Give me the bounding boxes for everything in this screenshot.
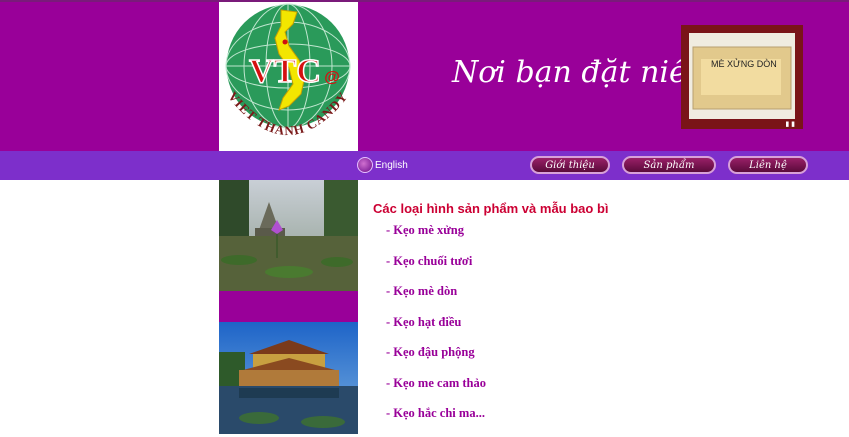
- citadel-photo: [219, 322, 358, 434]
- product-link-me-xung[interactable]: - Kẹo mè xửng: [386, 223, 486, 254]
- nav-button-about[interactable]: Giới thiệu: [530, 156, 610, 174]
- product-link-hac-chi-ma[interactable]: - Kẹo hắc chi ma...: [386, 406, 486, 437]
- logo-at-sign: @: [324, 69, 340, 86]
- language-switch[interactable]: English: [357, 157, 408, 173]
- logo-text: VTC: [249, 53, 321, 90]
- vtc-logo[interactable]: VTC @ VIET THANH CANDY: [219, 2, 358, 151]
- product-slideshow[interactable]: MÈ XỬNG DÒN ▮ ▮: [681, 25, 803, 129]
- navigation-bar: English Giới thiệu Sản phẩm Liên hệ: [0, 151, 849, 180]
- product-link-me-don[interactable]: - Kẹo mè dòn: [386, 284, 486, 315]
- product-link-dau-phong[interactable]: - Kẹo đậu phộng: [386, 345, 486, 376]
- lotus-pagoda-photo: [219, 180, 358, 291]
- slideshow-controls[interactable]: ▮ ▮: [785, 120, 795, 128]
- product-label: MÈ XỬNG DÒN: [711, 59, 777, 69]
- nav-button-products[interactable]: Sản phẩm: [622, 156, 716, 174]
- section-title: Các loại hình sản phẩm và mẫu bao bì: [373, 201, 609, 216]
- nav-button-contact[interactable]: Liên hệ: [728, 156, 808, 174]
- product-link-chuoi-tuoi[interactable]: - Kẹo chuối tươi: [386, 254, 486, 285]
- left-image-column: [219, 180, 358, 434]
- product-list: - Kẹo mè xửng - Kẹo chuối tươi - Kẹo mè …: [386, 223, 486, 437]
- product-link-me-cam-thao[interactable]: - Kẹo me cam thảo: [386, 376, 486, 407]
- product-image: MÈ XỬNG DÒN: [689, 33, 795, 119]
- language-label: English: [375, 159, 408, 171]
- globe-icon: [357, 157, 373, 173]
- product-link-hat-dieu[interactable]: - Kẹo hạt điều: [386, 315, 486, 346]
